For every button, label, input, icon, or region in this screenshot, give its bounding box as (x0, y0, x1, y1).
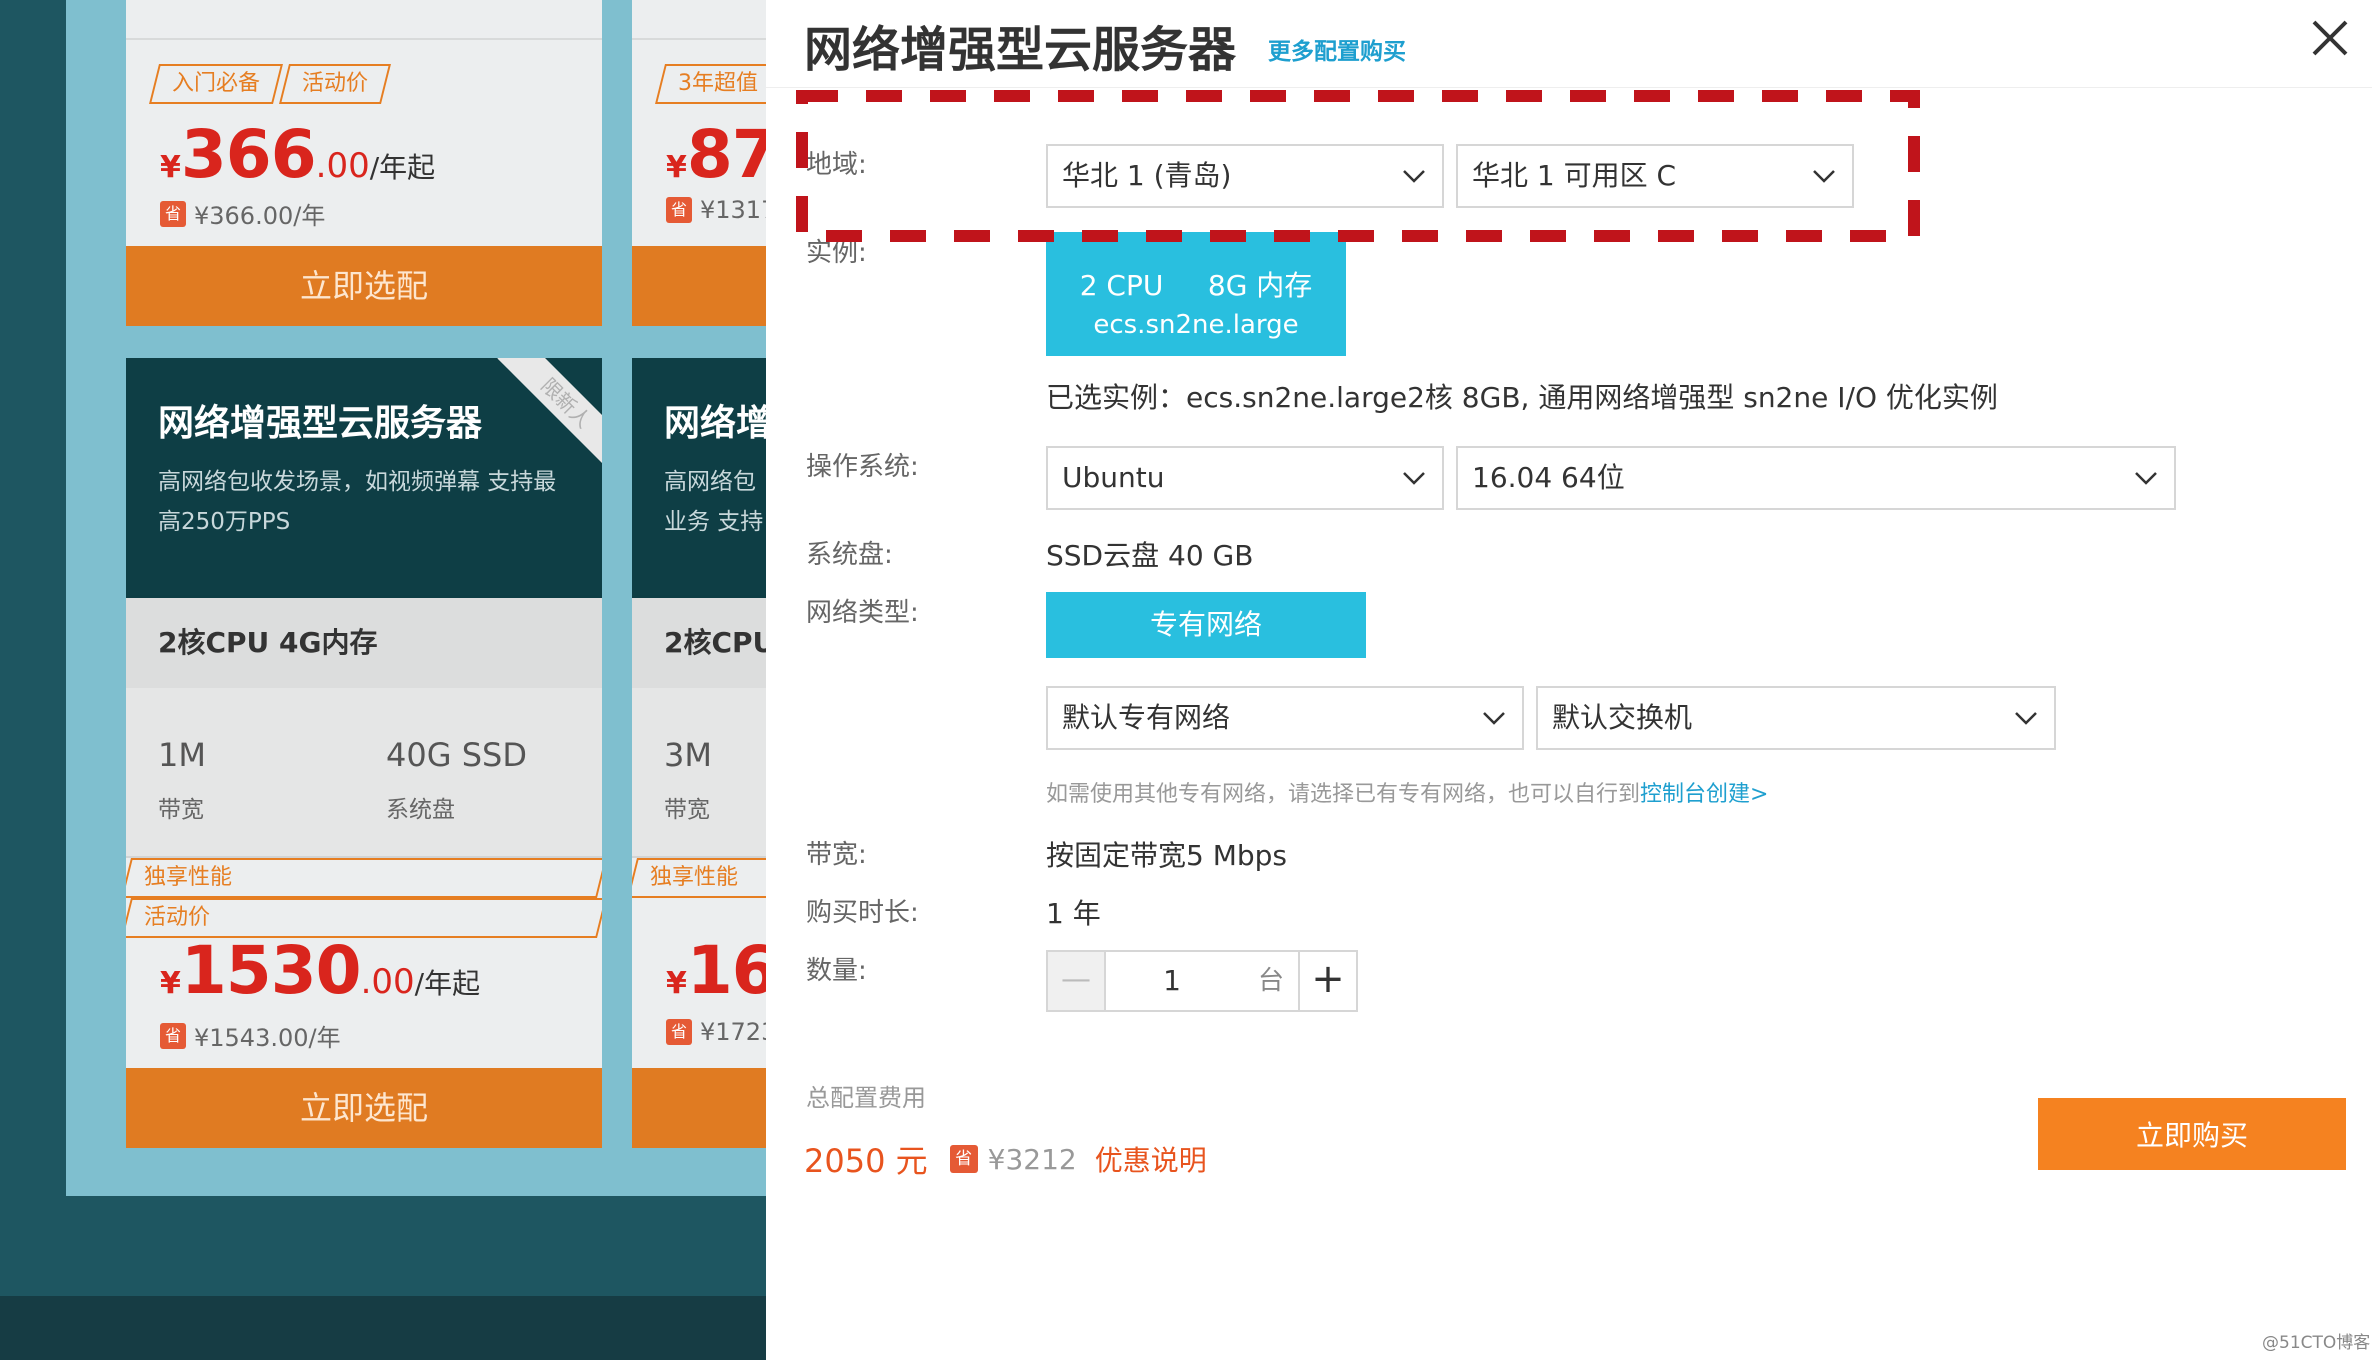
instance-option[interactable]: 2 CPU 8G 内存 ecs.sn2ne.large (1046, 232, 1346, 356)
modal-title: 网络增强型云服务器 (804, 22, 1237, 78)
save-row: 省 ¥366.00/年 (160, 196, 325, 231)
save-text: ¥1723 (700, 1018, 777, 1046)
more-config-link[interactable]: 更多配置购买 (1268, 32, 1406, 66)
os-select-value: Ubuntu (1062, 461, 1165, 494)
discount-info-link[interactable]: 优惠说明 (1095, 1139, 1207, 1179)
disk-value: SSD云盘 40 GB (1046, 539, 1254, 572)
tag: 入门必备 (149, 64, 284, 104)
quantity-input[interactable]: 1 (1106, 952, 1238, 1010)
stat-bandwidth: 3M 带宽 (664, 736, 712, 823)
tag: 独享性能 (126, 858, 602, 898)
save-badge-icon: 省 (666, 1019, 692, 1045)
product-panel: 入门必备 活动价 ¥366.00/年起 省 ¥366.00/年 立即选配 3年超… (66, 0, 1108, 1196)
stat-bandwidth: 1M 带宽 (158, 736, 206, 823)
tag: 3年超值 (655, 64, 781, 104)
duration-label: 购买时长: (806, 898, 919, 928)
tag-group: 独享性能 活动价 (126, 858, 602, 938)
buy-now-button[interactable]: 立即购买 (2038, 1098, 2346, 1170)
tag: 活动价 (279, 64, 392, 104)
network-type-option[interactable]: 专有网络 (1046, 592, 1366, 658)
modal-header: 网络增强型云服务器 更多配置购买 (766, 0, 2372, 88)
stat-disk: 40G SSD 系统盘 (386, 736, 527, 823)
save-badge-icon: 省 (160, 200, 186, 227)
watermark: @51CTO博客 (2262, 1333, 2371, 1353)
price: ¥16 (666, 932, 778, 1009)
card-lower: 独享性能 活动价 ¥1530.00/年起 省 ¥1543.00/年 立即选配 (126, 858, 602, 1148)
card-title: 网络增强型云服务器 (158, 403, 483, 444)
card-title: 网络增 (664, 403, 773, 444)
disk-label: 系统盘: (806, 540, 893, 570)
console-create-link[interactable]: 控制台创建> (1640, 782, 1768, 807)
instance-spec: 2 CPU 8G 内存 (1079, 269, 1313, 302)
save-text: ¥366.00/年 (194, 202, 326, 230)
vpc-hint: 如需使用其他专有网络，请选择已有专有网络，也可以自行到控制台创建> (1046, 776, 1768, 808)
save-row: 省 ¥1723 (666, 1018, 776, 1046)
choose-config-button[interactable]: 立即选配 (126, 246, 602, 326)
chevron-down-icon (2015, 712, 2037, 725)
product-card-network-enhanced: 网络增强型云服务器 高网络包收发场景，如视频弹幕 支持最高250万PPS 限新人… (126, 358, 602, 1148)
vpc-select[interactable]: 默认专有网络 (1046, 686, 1524, 750)
vpc-hint-text: 如需使用其他专有网络，请选择已有专有网络，也可以自行到 (1046, 782, 1641, 807)
new-user-ribbon: 限新人 (497, 358, 602, 472)
network-label: 网络类型: (806, 598, 919, 628)
selected-instance-text: 已选实例：ecs.sn2ne.large2核 8GB, 通用网络增强型 sn2n… (1046, 381, 1998, 414)
original-price: ¥3212 (987, 1142, 1077, 1176)
price: ¥87 (666, 116, 778, 193)
os-label: 操作系统: (806, 452, 919, 482)
choose-config-button[interactable]: 立即选配 (126, 1068, 602, 1148)
tag-group: 入门必备 活动价 (149, 64, 392, 104)
save-badge-icon: 省 (666, 197, 692, 223)
save-row: 省 ¥1543.00/年 (160, 1018, 341, 1053)
os-select[interactable]: Ubuntu (1046, 446, 1444, 510)
save-row: 省 ¥1317 (666, 196, 776, 224)
price: ¥1530.00/年起 (160, 932, 481, 1009)
price: ¥366.00/年起 (160, 116, 436, 193)
quantity-unit: 台 (1258, 966, 1285, 996)
product-card-entry: 入门必备 活动价 ¥366.00/年起 省 ¥366.00/年 立即选配 (126, 0, 602, 326)
save-text: ¥1317 (700, 196, 777, 224)
quantity-stepper: — 1 台 + (1046, 950, 1358, 1012)
card-header: 网络增强型云服务器 高网络包收发场景，如视频弹幕 支持最高250万PPS 限新人 (126, 358, 602, 598)
close-icon[interactable] (2306, 14, 2354, 62)
save-text: ¥1543.00/年 (194, 1024, 341, 1052)
save-badge-icon: 省 (949, 1145, 978, 1173)
divider (126, 38, 602, 40)
spec-bar: 2核CPU 4G内存 (126, 598, 602, 688)
quantity-label: 数量: (806, 956, 867, 986)
chevron-down-icon (1483, 712, 1505, 725)
os-version-value: 16.04 64位 (1472, 461, 1625, 494)
vswitch-select-value: 默认交换机 (1552, 701, 1693, 734)
save-badge-icon: 省 (160, 1022, 186, 1049)
annotation-dashed-box (796, 90, 1920, 242)
total-row: 2050 元 省 ¥3212 优惠说明 (804, 1136, 1207, 1182)
quantity-decrement-button[interactable]: — (1048, 952, 1106, 1010)
chevron-down-icon (1403, 472, 1425, 485)
card-description: 高网络包收发场景，如视频弹幕 支持最高250万PPS (158, 469, 557, 535)
total-price: 2050 元 (804, 1142, 928, 1180)
instance-type: ecs.sn2ne.large (1093, 310, 1299, 340)
vswitch-select[interactable]: 默认交换机 (1536, 686, 2056, 750)
bandwidth-label: 带宽: (806, 840, 867, 870)
stats: 1M 带宽 40G SSD 系统盘 (126, 688, 602, 858)
bandwidth-value: 按固定带宽5 Mbps (1046, 839, 1288, 872)
tag-group: 3年超值 (655, 64, 781, 104)
quantity-increment-button[interactable]: + (1298, 952, 1356, 1010)
chevron-down-icon (2135, 472, 2157, 485)
vpc-select-value: 默认专有网络 (1062, 701, 1231, 734)
os-version-select[interactable]: 16.04 64位 (1456, 446, 2176, 510)
total-label: 总配置费用 (806, 1084, 926, 1112)
duration-value: 1 年 (1046, 897, 1101, 930)
